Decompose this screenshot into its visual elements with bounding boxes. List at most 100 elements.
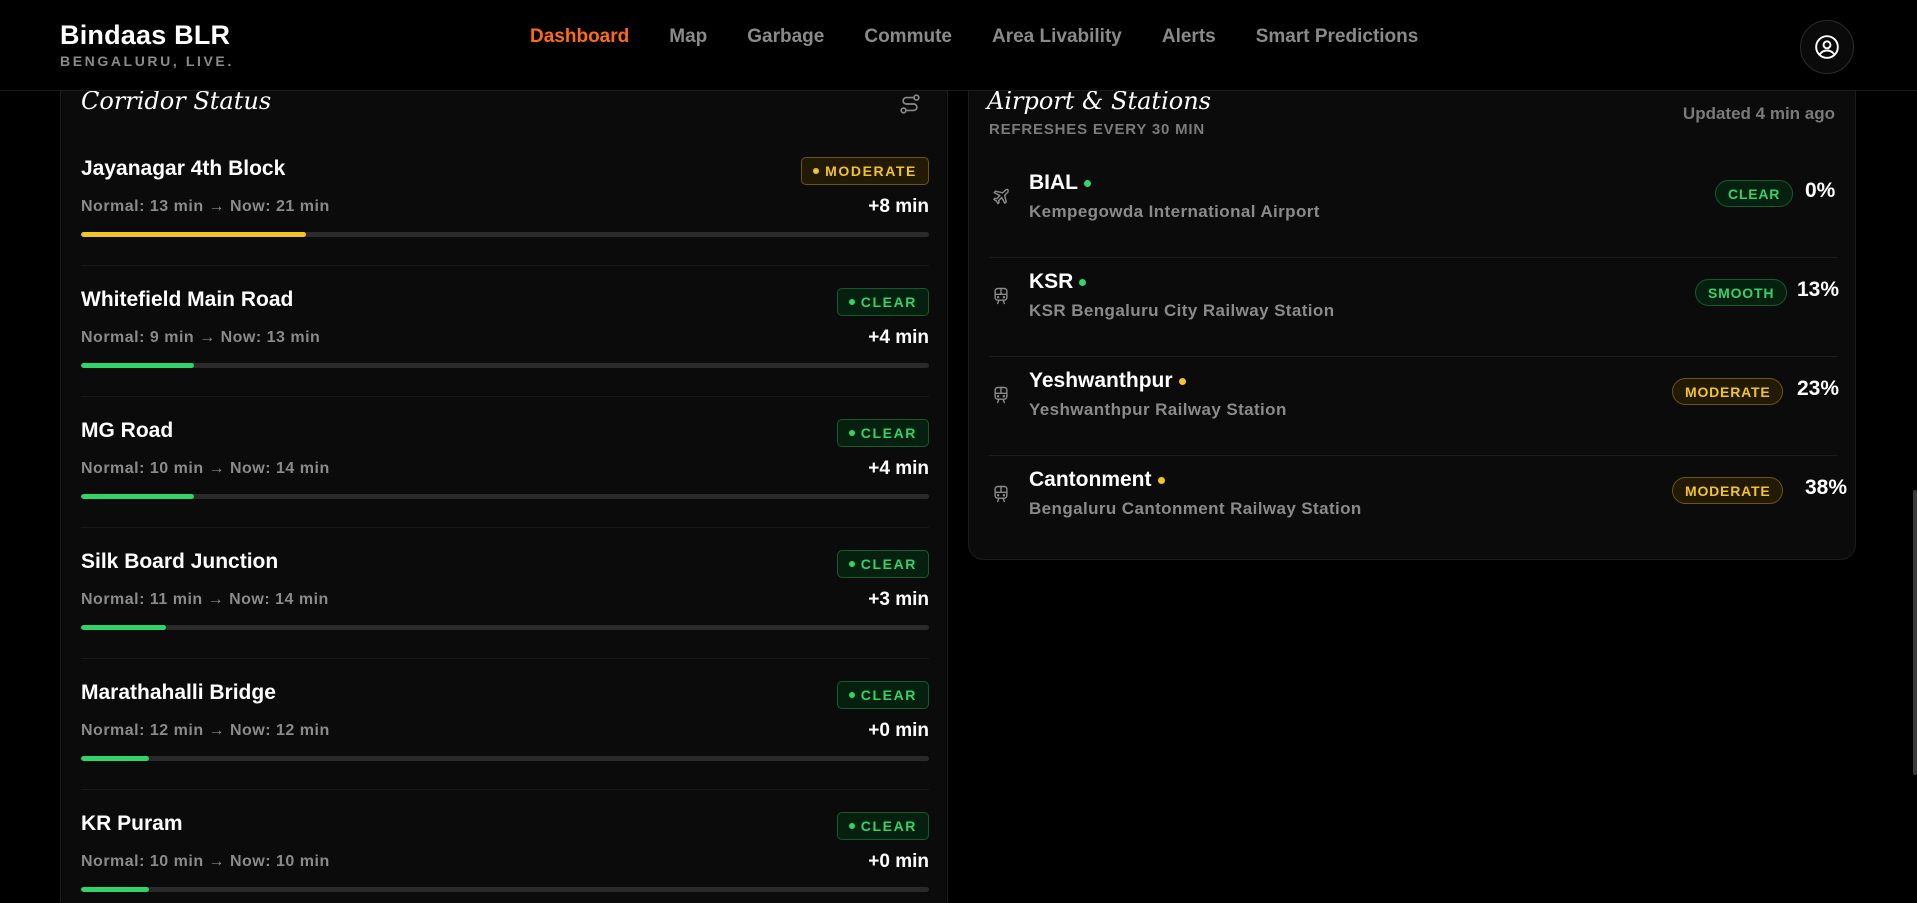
- status-badge: MODERATE: [1672, 477, 1784, 504]
- status-badge: CLEAR: [836, 288, 929, 316]
- corridor-row[interactable]: Whitefield Main Road CLEAR Normal: 9 min…: [81, 288, 929, 419]
- page-scrollbar[interactable]: [1913, 490, 1917, 775]
- status-badge: CLEAR: [836, 681, 929, 709]
- congestion-fill: [81, 625, 166, 630]
- station-name: KSR: [1029, 270, 1087, 294]
- corridor-status-panel: Corridor Status Jayanagar 4th Block MODE…: [60, 70, 948, 903]
- corridor-name: Whitefield Main Road: [81, 288, 294, 311]
- station-name-text: KSR: [1029, 270, 1074, 293]
- route-filter-icon[interactable]: [899, 93, 921, 115]
- station-name: Yeshwanthpur: [1029, 369, 1186, 393]
- corridor-delta: +4 min: [868, 458, 929, 479]
- congestion-track: [81, 887, 929, 892]
- congestion-percent: 23%: [1797, 377, 1840, 400]
- train-icon: [994, 386, 1008, 404]
- status-dot: [813, 168, 820, 174]
- status-badge: MODERATE: [1672, 378, 1784, 405]
- status-label: MODERATE: [825, 163, 917, 179]
- corridor-name: Jayanagar 4th Block: [81, 157, 286, 180]
- station-name: BIAL: [1029, 171, 1091, 195]
- corridor-times: Normal: 9 min → Now: 13 min: [81, 329, 321, 346]
- nav-map[interactable]: Map: [669, 26, 707, 48]
- congestion-track: [81, 363, 929, 368]
- status-label: CLEAR: [860, 818, 917, 834]
- corridor-row[interactable]: Jayanagar 4th Block MODERATE Normal: 13 …: [81, 157, 929, 288]
- station-row[interactable]: Cantonment Bengaluru Cantonment Railway …: [989, 456, 1847, 555]
- corridor-times: Normal: 12 min → Now: 12 min: [81, 722, 330, 739]
- station-row[interactable]: KSR KSR Bengaluru City Railway Station S…: [989, 258, 1840, 357]
- congestion-percent: 0%: [1805, 179, 1836, 202]
- corridor-name: KR Puram: [81, 812, 183, 835]
- status-label: CLEAR: [860, 556, 917, 572]
- row-divider: [81, 265, 929, 266]
- corridor-delta: +4 min: [868, 327, 929, 348]
- corridor-times: Normal: 10 min → Now: 10 min: [81, 853, 330, 870]
- station-full-name: KSR Bengaluru City Railway Station: [1029, 301, 1335, 320]
- status-dot: [1084, 179, 1091, 187]
- nav-dashboard[interactable]: Dashboard: [530, 26, 629, 48]
- congestion-percent: 38%: [1805, 476, 1848, 499]
- row-divider: [81, 789, 929, 790]
- nav-smart-predictions[interactable]: Smart Predictions: [1256, 26, 1419, 48]
- corridor-name: MG Road: [81, 419, 174, 442]
- corridor-times: Normal: 10 min → Now: 14 min: [81, 460, 330, 477]
- status-badge: CLEAR: [836, 812, 929, 840]
- nav-garbage[interactable]: Garbage: [747, 26, 824, 48]
- status-label: CLEAR: [860, 687, 917, 703]
- status-dot: [848, 823, 855, 829]
- refresh-interval-label: REFRESHES EVERY 30 MIN: [989, 121, 1205, 138]
- nav-commute[interactable]: Commute: [864, 26, 952, 48]
- nav-alerts[interactable]: Alerts: [1162, 26, 1216, 48]
- station-full-name: Bengaluru Cantonment Railway Station: [1029, 499, 1362, 518]
- row-divider: [81, 658, 929, 659]
- app-subtitle: BENGALURU, LIVE.: [60, 53, 234, 69]
- congestion-fill: [81, 494, 194, 499]
- station-name-text: Yeshwanthpur: [1029, 369, 1173, 392]
- status-badge: CLEAR: [836, 419, 929, 447]
- status-badge: CLEAR: [1715, 180, 1794, 207]
- train-icon: [994, 287, 1008, 305]
- station-name: Cantonment: [1029, 468, 1165, 492]
- updated-timestamp: Updated 4 min ago: [1682, 104, 1835, 123]
- status-dot: [1157, 476, 1165, 484]
- congestion-fill: [81, 887, 149, 892]
- corridor-row[interactable]: Silk Board Junction CLEAR Normal: 11 min…: [81, 550, 929, 681]
- congestion-fill: [81, 232, 306, 237]
- corridor-delta: +8 min: [868, 196, 929, 217]
- user-circle-icon: [1815, 35, 1839, 59]
- congestion-fill: [81, 756, 149, 761]
- corridor-row[interactable]: Marathahalli Bridge CLEAR Normal: 12 min…: [81, 681, 929, 812]
- station-row[interactable]: BIAL Kempegowda International Airport CL…: [989, 159, 1837, 258]
- status-badge: CLEAR: [836, 550, 929, 578]
- status-dot: [848, 561, 855, 567]
- station-full-name: Kempegowda International Airport: [1029, 202, 1320, 221]
- nav-area-livability[interactable]: Area Livability: [992, 26, 1122, 48]
- corridor-delta: +3 min: [868, 589, 929, 610]
- congestion-percent: 13%: [1797, 278, 1840, 301]
- plane-icon: [993, 188, 1009, 205]
- congestion-track: [81, 625, 929, 630]
- corridor-name: Marathahalli Bridge: [81, 681, 276, 704]
- corridor-row[interactable]: MG Road CLEAR Normal: 10 min → Now: 14 m…: [81, 419, 929, 550]
- top-nav-bar: Bindaas BLR BENGALURU, LIVE. Dashboard M…: [0, 0, 1917, 91]
- congestion-track: [81, 756, 929, 761]
- station-name-text: BIAL: [1029, 171, 1078, 194]
- brand[interactable]: Bindaas BLR BENGALURU, LIVE.: [60, 20, 234, 69]
- station-row[interactable]: Yeshwanthpur Yeshwanthpur Railway Statio…: [989, 357, 1840, 456]
- status-dot: [848, 692, 855, 698]
- corridor-times: Normal: 13 min → Now: 21 min: [81, 198, 330, 215]
- status-dot: [1178, 377, 1186, 385]
- corridor-delta: +0 min: [868, 720, 929, 741]
- corridor-row[interactable]: KR Puram CLEAR Normal: 10 min → Now: 10 …: [81, 812, 929, 903]
- airport-stations-title: Airport & Stations: [987, 87, 1211, 115]
- corridor-status-title: Corridor Status: [81, 87, 272, 115]
- user-profile-button[interactable]: [1800, 20, 1854, 74]
- status-dot: [848, 299, 855, 305]
- status-dot: [1079, 278, 1087, 286]
- congestion-track: [81, 232, 929, 237]
- corridor-delta: +0 min: [868, 851, 929, 872]
- status-badge: MODERATE: [801, 157, 929, 185]
- congestion-fill: [81, 363, 194, 368]
- status-label: CLEAR: [860, 294, 917, 310]
- status-dot: [848, 430, 855, 436]
